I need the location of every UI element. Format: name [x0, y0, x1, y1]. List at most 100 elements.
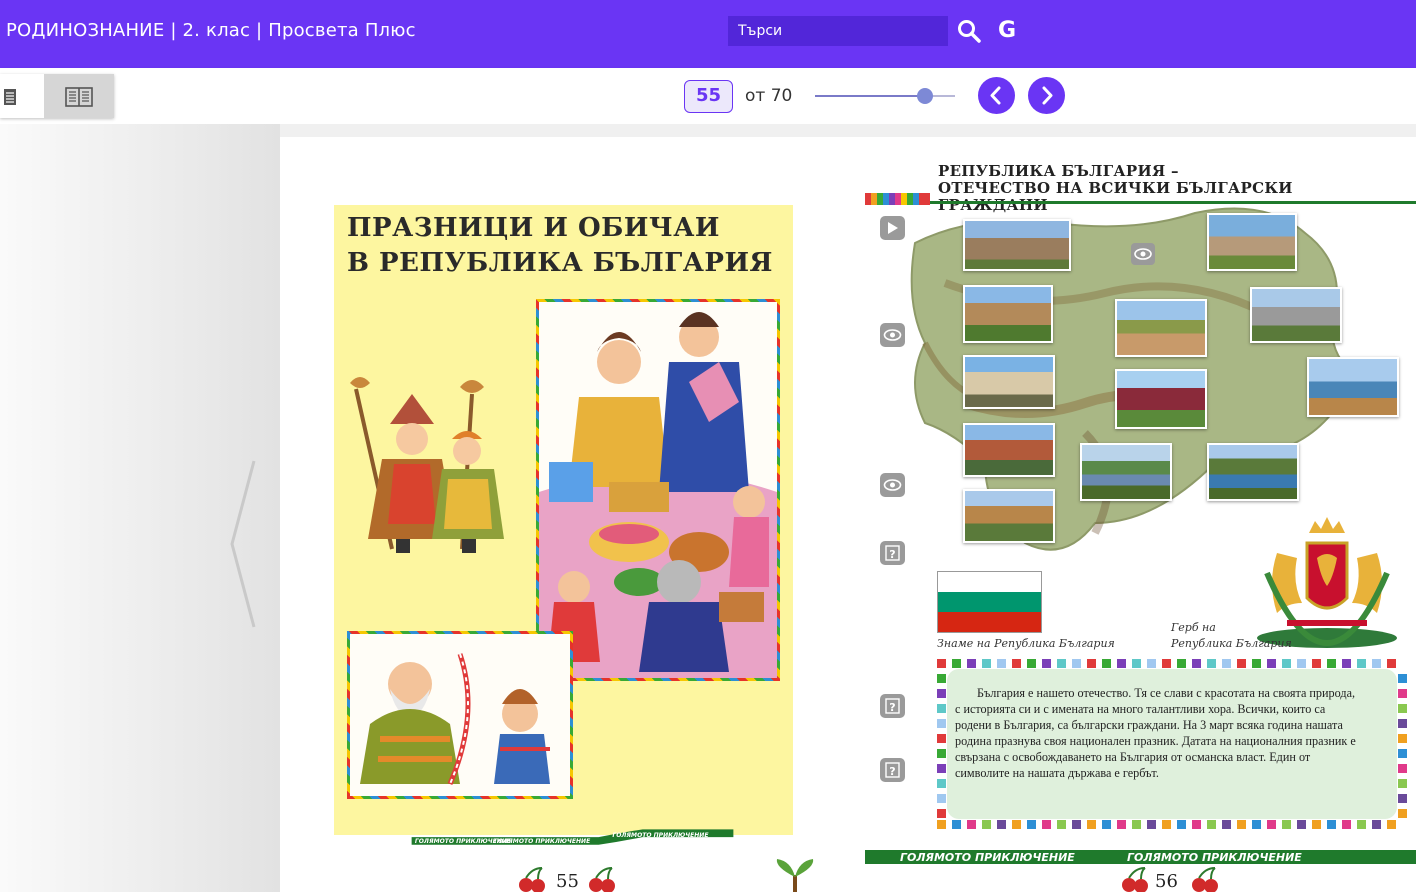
- ribbon-text: ГОЛЯМОТО ПРИКЛЮЧЕНИЕ: [900, 851, 1075, 864]
- border-square: [1312, 659, 1321, 668]
- border-square: [937, 659, 946, 668]
- ribbon-text: ГОЛЯМОТО ПРИКЛЮЧЕНИЕ: [1127, 851, 1302, 864]
- border-square: [1327, 659, 1336, 668]
- map-photo-parliament: [963, 355, 1055, 409]
- border-square: [937, 794, 946, 803]
- border-square: [1087, 820, 1096, 829]
- info-paragraph-text: България е нашето отечество. Тя се слави…: [955, 686, 1356, 780]
- border-square: [1087, 659, 1096, 668]
- border-square: [1282, 820, 1291, 829]
- eye-icon[interactable]: [1131, 243, 1155, 265]
- border-square: [1177, 820, 1186, 829]
- page-slider-thumb[interactable]: [917, 88, 934, 104]
- border-square: [1072, 659, 1081, 668]
- lesson-title-line-1: ПРАЗНИЦИ И ОБИЧАИ: [347, 213, 720, 243]
- border-square: [1398, 764, 1407, 773]
- border-square: [1398, 809, 1407, 818]
- video-icon[interactable]: [880, 216, 905, 240]
- border-square: [997, 659, 1006, 668]
- page-heading-line-1: РЕПУБЛИКА БЪЛГАРИЯ –: [938, 162, 1179, 180]
- border-square: [952, 659, 961, 668]
- ribbon-text: ГОЛЯМОТО ПРИКЛЮЧЕНИЕ: [612, 832, 709, 839]
- chevron-right-icon: [1042, 86, 1053, 105]
- search-input[interactable]: [728, 16, 948, 46]
- flag-caption: Знаме на Република България: [937, 637, 1115, 650]
- border-square: [1057, 820, 1066, 829]
- border-square: [1012, 659, 1021, 668]
- double-page-icon: [65, 87, 93, 107]
- border-square: [1132, 820, 1141, 829]
- border-square: [1102, 820, 1111, 829]
- border-square: [1387, 820, 1396, 829]
- page-slider[interactable]: [815, 88, 955, 104]
- flip-back-arrow[interactable]: [226, 459, 260, 629]
- google-icon[interactable]: G: [994, 18, 1020, 44]
- border-square: [1042, 820, 1051, 829]
- border-square: [1147, 659, 1156, 668]
- border-square: [937, 674, 946, 683]
- eye-icon[interactable]: [880, 473, 905, 497]
- border-square: [1252, 659, 1261, 668]
- single-page-view-button[interactable]: [0, 74, 44, 118]
- border-square: [1357, 820, 1366, 829]
- current-page-input[interactable]: 55: [684, 80, 733, 113]
- search-icon[interactable]: [956, 18, 982, 44]
- border-square: [1342, 820, 1351, 829]
- svg-text:?: ?: [889, 701, 895, 714]
- border-square: [1398, 704, 1407, 713]
- border-square: [952, 820, 961, 829]
- question-icon[interactable]: ?: [880, 694, 905, 718]
- border-square: [1237, 820, 1246, 829]
- border-square: [1057, 659, 1066, 668]
- chevron-left-icon: [990, 86, 1001, 105]
- border-square: [982, 659, 991, 668]
- border-square: [1222, 659, 1231, 668]
- border-square: [937, 719, 946, 728]
- border-square: [1162, 659, 1171, 668]
- border-square: [1072, 820, 1081, 829]
- border-square: [1342, 659, 1351, 668]
- border-square: [1267, 820, 1276, 829]
- double-page-view-button[interactable]: [44, 74, 114, 118]
- border-square: [1312, 820, 1321, 829]
- svg-text:?: ?: [889, 765, 895, 778]
- page-slider-fill: [815, 95, 926, 97]
- question-icon[interactable]: ?: [880, 541, 905, 565]
- next-page-button[interactable]: [1028, 77, 1065, 114]
- border-square: [1042, 659, 1051, 668]
- border-square: [1398, 779, 1407, 788]
- border-square: [1398, 719, 1407, 728]
- coat-of-arms-image: [1257, 517, 1397, 648]
- border-square: [1117, 820, 1126, 829]
- coat-caption-line-2: Република България: [1171, 637, 1292, 650]
- border-square: [1177, 659, 1186, 668]
- border-square: [937, 704, 946, 713]
- page-number: 56: [1155, 871, 1178, 892]
- border-square: [1237, 659, 1246, 668]
- border-square: [1102, 659, 1111, 668]
- map-photo-rila-monastery: [963, 423, 1055, 477]
- border-square: [1398, 749, 1407, 758]
- border-square: [1372, 659, 1381, 668]
- question-icon[interactable]: ?: [880, 758, 905, 782]
- lesson-title-line-2: В РЕПУБЛИКА БЪЛГАРИЯ: [347, 248, 773, 278]
- border-square: [1117, 659, 1126, 668]
- book-title: РОДИНОЗНАНИЕ | 2. клас | Просвета Плюс: [6, 20, 416, 41]
- border-square: [937, 749, 946, 758]
- sprout-mascot-icon: [776, 859, 814, 892]
- single-page-icon: [4, 89, 16, 105]
- border-square: [1327, 820, 1336, 829]
- book-page-right: РЕПУБЛИКА БЪЛГАРИЯ – ОТЕЧЕСТВО НА ВСИЧКИ…: [865, 137, 1416, 892]
- eye-icon[interactable]: [880, 323, 905, 347]
- adventure-ribbon: ГОЛЯМОТО ПРИКЛЮЧЕНИЕ ГОЛЯМОТО ПРИКЛЮЧЕНИ…: [411, 829, 734, 845]
- border-square: [937, 689, 946, 698]
- map-photo-tsarevets: [1115, 299, 1207, 357]
- book-viewer: ПРАЗНИЦИ И ОБИЧАИ В РЕПУБЛИКА БЪЛГАРИЯ Г…: [0, 124, 1416, 892]
- kukeri-children-illustration: [350, 377, 504, 553]
- map-photo-seaside: [1307, 357, 1399, 417]
- border-square: [997, 820, 1006, 829]
- border-square: [937, 820, 946, 829]
- previous-page-button[interactable]: [978, 77, 1015, 114]
- coat-caption-line-1: Герб на: [1171, 621, 1216, 634]
- border-square: [1267, 659, 1276, 668]
